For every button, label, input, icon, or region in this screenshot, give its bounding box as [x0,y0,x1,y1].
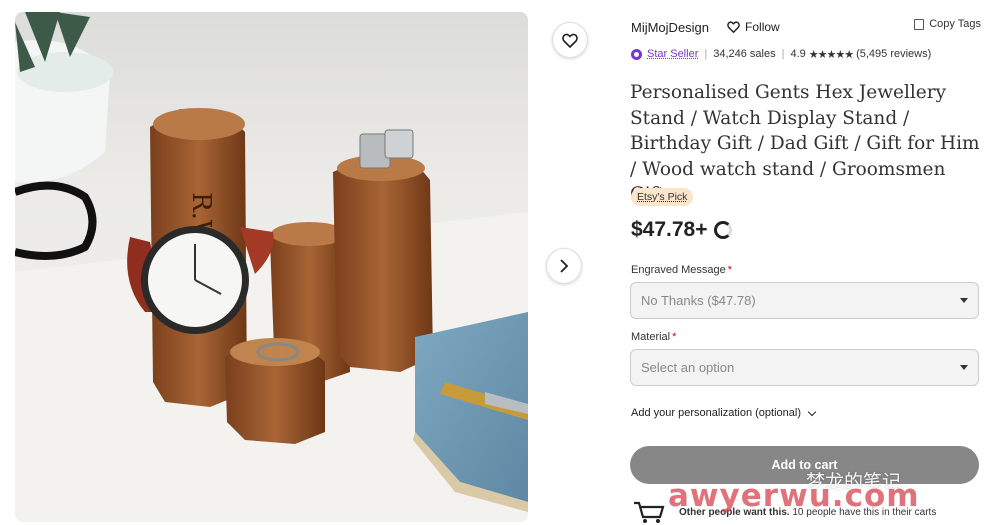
engraved-message-label: Engraved Message * [631,264,732,276]
demand-rest: 10 people have this in their carts [789,507,937,518]
demand-text: Other people want this. 10 people have t… [679,507,936,518]
heart-icon [727,21,740,33]
engraved-message-label-text: Engraved Message [631,264,726,276]
reviews-link[interactable]: (5,495 reviews) [856,48,931,60]
cart-icon [634,501,665,523]
add-to-cart-button[interactable]: Add to cart [630,446,979,484]
shop-name-link[interactable]: MijMojDesign [631,20,709,35]
product-photo-illustration: R.W. [15,12,528,522]
price-value: $47.78+ [631,218,708,241]
caret-down-icon [960,365,968,370]
material-value: Select an option [641,360,735,375]
next-image-button[interactable] [546,248,582,284]
copy-tags-label: Copy Tags [929,18,981,30]
rating-row: Star Seller | 34,246 sales | 4.9 ★★★★★ (… [631,46,991,62]
chevron-down-icon [807,407,817,416]
star-seller-badge-icon [631,48,642,60]
divider: | [781,48,785,60]
engraved-message-select[interactable]: No Thanks ($47.78) [630,282,979,319]
etsys-pick-badge[interactable]: Etsy's Pick [631,188,694,206]
material-label: Material * [631,331,676,343]
copy-tags-button[interactable]: Copy Tags [914,18,981,30]
required-mark: * [727,264,733,276]
follow-button[interactable]: Follow [727,20,780,34]
prev-image-arrow-icon[interactable]: ‹ [0,258,6,272]
add-personalization-toggle[interactable]: Add your personalization (optional) [631,407,817,419]
product-image[interactable]: R.W. [15,12,528,522]
sales-count: 34,246 sales [713,48,776,60]
material-select[interactable]: Select an option [630,349,979,386]
required-mark: * [672,331,677,343]
engraved-message-value: No Thanks ($47.78) [641,293,756,308]
follow-label: Follow [745,20,780,34]
chevron-right-icon [560,259,569,273]
spinner-icon [713,221,732,239]
demand-notice: Other people want this. 10 people have t… [632,500,992,524]
rating-score: 4.9 [790,48,806,60]
material-label-text: Material [631,331,671,343]
personalization-label: Add your personalization (optional) [631,407,801,419]
price: $47.78+ [631,218,732,242]
demand-bold: Other people want this. [679,507,790,518]
star-seller-link[interactable]: Star Seller [647,48,698,60]
caret-down-icon [960,298,968,303]
rating-stars-icon: ★★★★★ [808,48,854,61]
shop-row: MijMojDesign Follow Copy Tags [631,18,981,36]
divider: | [704,48,708,60]
copy-icon [914,18,925,30]
favorite-button[interactable] [552,22,588,58]
heart-icon [562,33,578,48]
